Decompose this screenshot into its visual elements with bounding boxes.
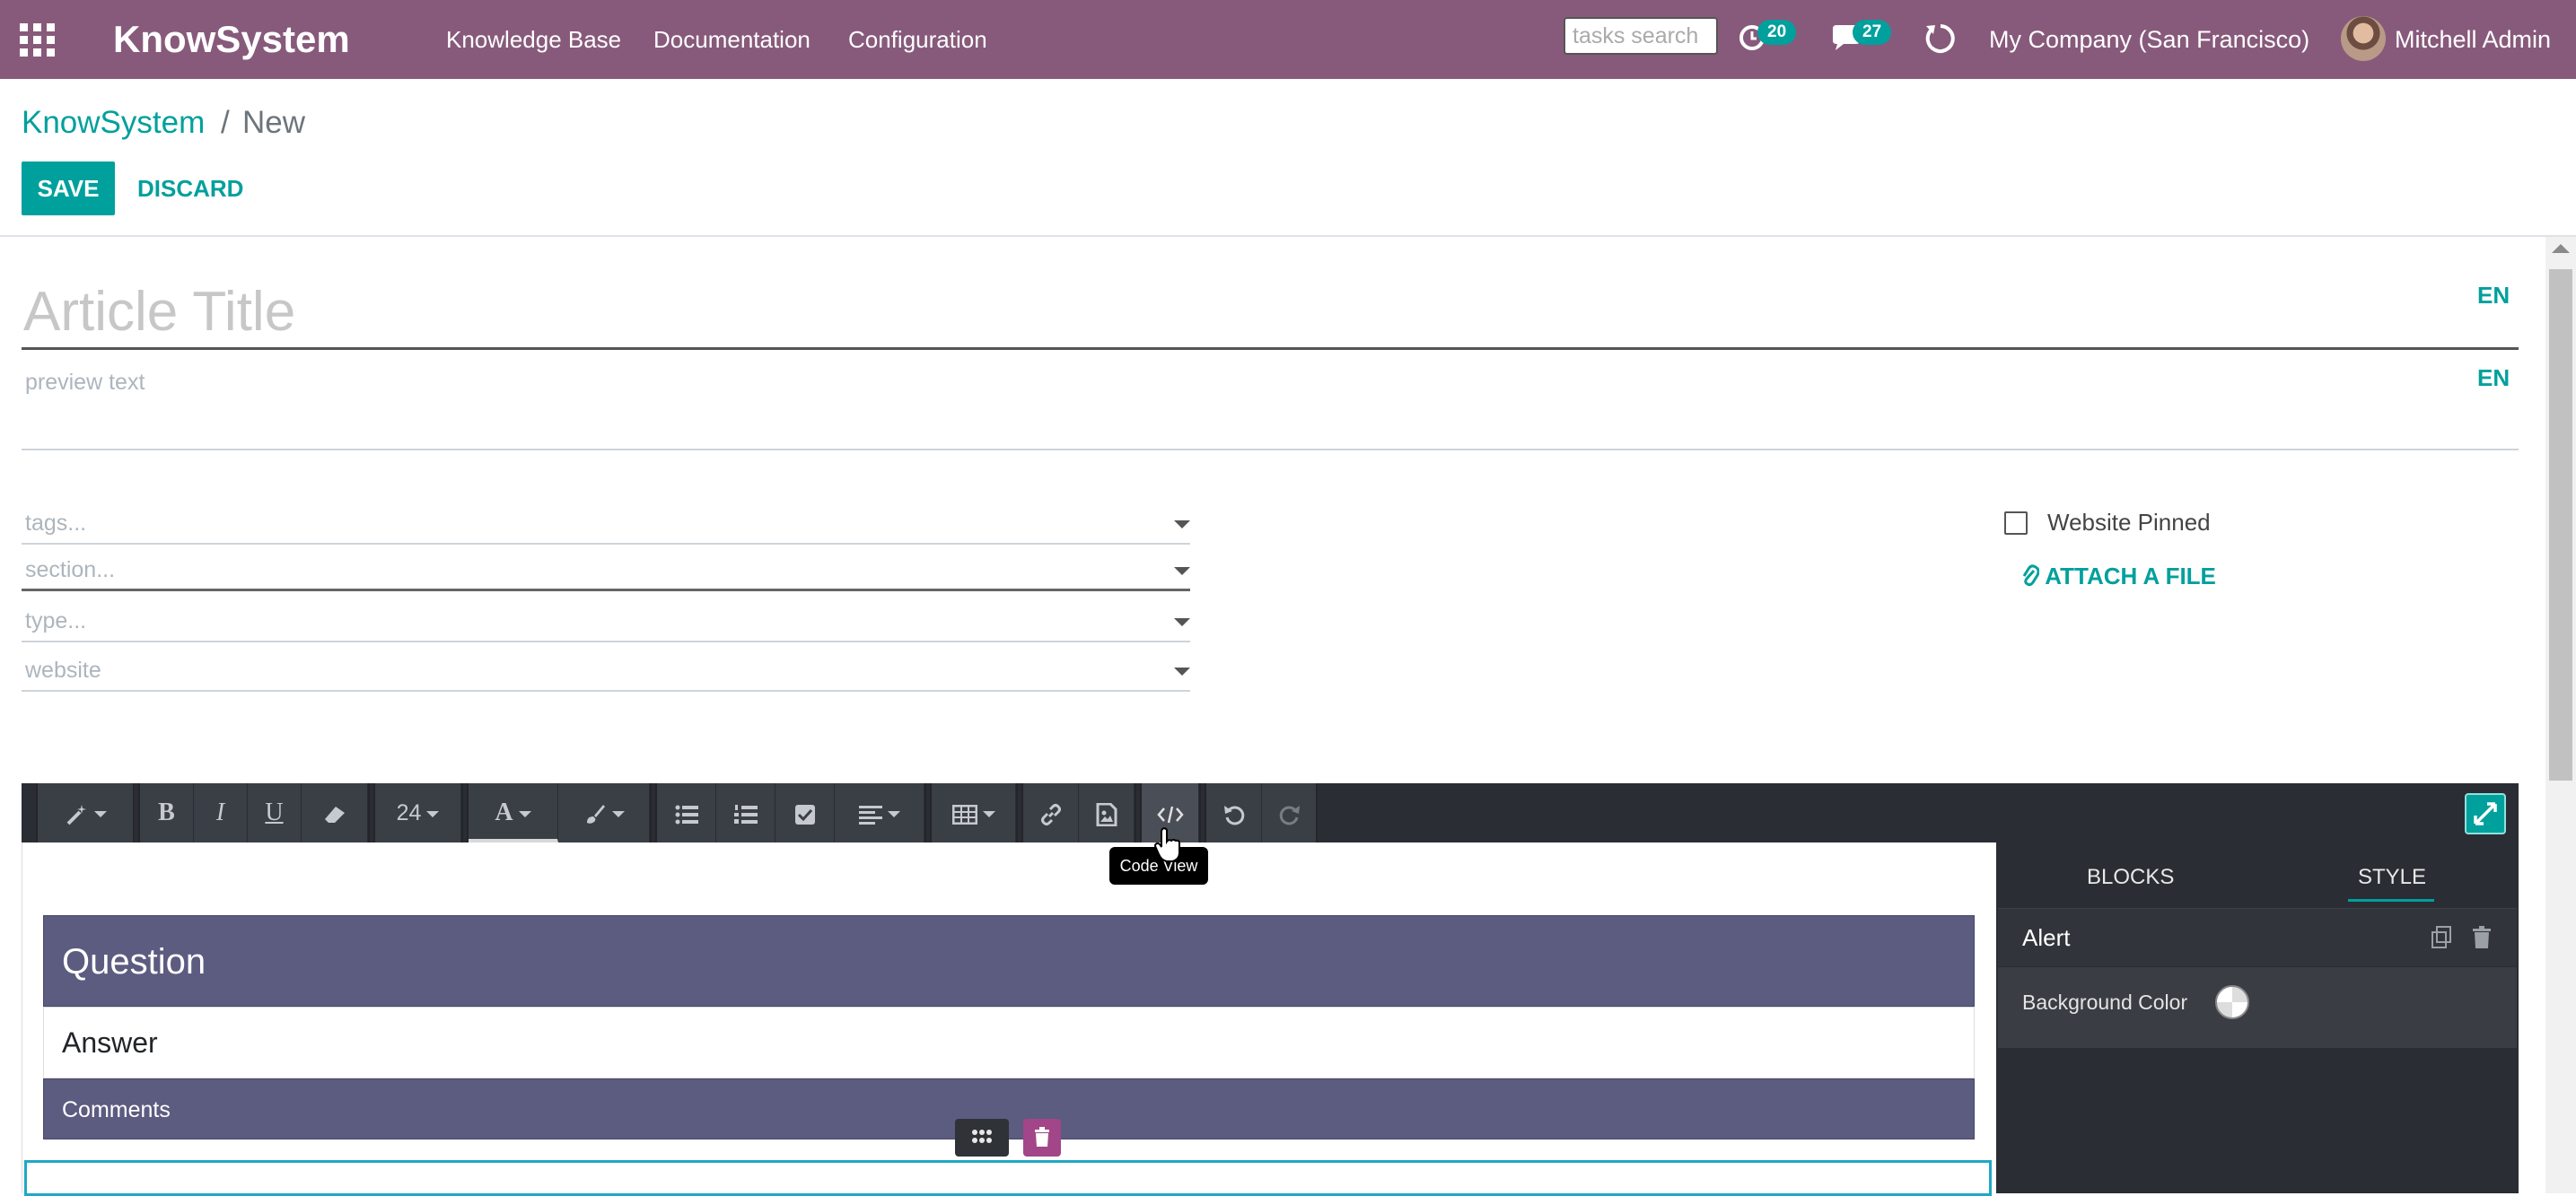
link-icon[interactable] xyxy=(1023,783,1079,842)
align-icon[interactable] xyxy=(835,783,924,842)
tags-field[interactable]: tags... xyxy=(22,505,1190,545)
company-switcher[interactable]: My Company (San Francisco) xyxy=(1989,25,2309,54)
scrollbar-thumb[interactable] xyxy=(2549,269,2572,781)
ordered-list-icon[interactable] xyxy=(716,783,775,842)
section-placeholder: section... xyxy=(25,557,116,582)
editor-toolbar: B I U 24 A xyxy=(22,783,2519,842)
list-group xyxy=(655,783,926,842)
background-color-label: Background Color xyxy=(2022,991,2188,1014)
font-size-button[interactable]: 24 xyxy=(375,783,461,842)
tags-placeholder: tags... xyxy=(25,511,87,536)
menu-documentation[interactable]: Documentation xyxy=(653,25,810,54)
control-panel-divider xyxy=(0,235,2576,237)
trash-icon[interactable] xyxy=(1023,1119,1061,1157)
active-tab-indicator xyxy=(2348,899,2434,902)
website-pinned-checkbox[interactable] xyxy=(2004,511,2028,535)
comments-block[interactable]: Comments xyxy=(43,1078,1975,1139)
breadcrumb-separator: / xyxy=(221,105,230,140)
snippet-name: Alert xyxy=(2022,924,2071,951)
checklist-icon[interactable] xyxy=(775,783,835,842)
attach-file-label: ATTACH A FILE xyxy=(2045,563,2216,589)
menu-configuration[interactable]: Configuration xyxy=(848,25,987,54)
clone-copy-icon[interactable] xyxy=(2431,926,2452,949)
table-group xyxy=(930,783,1018,842)
insert-group xyxy=(1021,783,1136,842)
scroll-up-arrow-icon[interactable] xyxy=(2552,244,2570,253)
breadcrumb-current: New xyxy=(242,105,306,140)
question-block[interactable]: Question xyxy=(43,915,1975,1007)
breadcrumb-parent[interactable]: KnowSystem xyxy=(22,103,205,143)
refresh-chat-icon[interactable] xyxy=(1925,23,1956,54)
fullscreen-expand-icon[interactable] xyxy=(2465,793,2506,834)
selected-snippet-frame xyxy=(24,1160,1992,1196)
title-language-button[interactable]: EN xyxy=(2477,282,2510,310)
preview-text-input[interactable]: preview text xyxy=(22,366,2519,450)
font-size-value: 24 xyxy=(396,800,422,825)
user-menu[interactable]: Mitchell Admin xyxy=(2395,25,2551,54)
color-picker-swatch[interactable] xyxy=(2215,985,2249,1019)
magic-wand-style-button[interactable] xyxy=(38,783,135,842)
tab-blocks[interactable]: BLOCKS xyxy=(2087,864,2174,891)
answer-block[interactable]: Answer xyxy=(43,1007,1975,1078)
color-group: A xyxy=(467,783,652,842)
underline-icon[interactable]: U xyxy=(248,783,302,842)
chevron-down-icon[interactable] xyxy=(1174,520,1190,528)
tasks-search-input[interactable]: tasks search xyxy=(1564,17,1718,55)
redo-icon[interactable] xyxy=(1262,783,1318,842)
background-color-brush-icon[interactable] xyxy=(558,783,650,842)
paperclip-icon xyxy=(2021,563,2045,589)
drag-handle-grip-icon[interactable] xyxy=(955,1119,1009,1157)
chevron-down-icon[interactable] xyxy=(1174,668,1190,676)
table-icon[interactable] xyxy=(932,783,1016,842)
preview-language-button[interactable]: EN xyxy=(2477,364,2510,392)
attach-file-button[interactable]: ATTACH A FILE xyxy=(2021,562,2216,590)
website-pinned-label: Website Pinned xyxy=(2047,509,2211,536)
remove-trash-icon[interactable] xyxy=(2472,926,2492,949)
messages-count-badge: 27 xyxy=(1853,20,1892,45)
top-navbar: KnowSystem Knowledge Base Documentation … xyxy=(0,0,2576,79)
unordered-list-icon[interactable] xyxy=(657,783,716,842)
type-placeholder: type... xyxy=(25,608,87,633)
history-group xyxy=(1205,783,1318,842)
font-size-group: 24 xyxy=(373,783,463,842)
menu-knowledge-base[interactable]: Knowledge Base xyxy=(446,25,621,54)
bold-icon[interactable]: B xyxy=(140,783,194,842)
hand-pointer-cursor-icon xyxy=(1153,827,1183,863)
article-title-input[interactable]: Article Title xyxy=(22,278,2519,350)
image-icon[interactable] xyxy=(1079,783,1135,842)
brand-title[interactable]: KnowSystem xyxy=(113,16,350,63)
font-format-group: B I U xyxy=(138,783,370,842)
activity-count-badge: 20 xyxy=(1757,20,1797,45)
user-avatar[interactable] xyxy=(2341,16,2386,61)
save-button[interactable]: SAVE xyxy=(22,162,115,215)
eraser-icon[interactable] xyxy=(302,783,368,842)
style-group xyxy=(36,783,135,842)
italic-icon[interactable]: I xyxy=(194,783,248,842)
discard-button[interactable]: DISCARD xyxy=(137,162,243,215)
website-placeholder: website xyxy=(25,658,101,683)
chevron-down-icon[interactable] xyxy=(1174,567,1190,575)
apps-menu-icon[interactable] xyxy=(20,22,56,57)
font-color-icon[interactable]: A xyxy=(469,783,558,842)
tab-style[interactable]: STYLE xyxy=(2358,864,2426,891)
type-field[interactable]: type... xyxy=(22,603,1190,642)
website-field[interactable]: website xyxy=(22,652,1190,692)
chevron-down-icon[interactable] xyxy=(1174,618,1190,626)
undo-icon[interactable] xyxy=(1206,783,1262,842)
section-field[interactable]: section... xyxy=(22,552,1190,591)
